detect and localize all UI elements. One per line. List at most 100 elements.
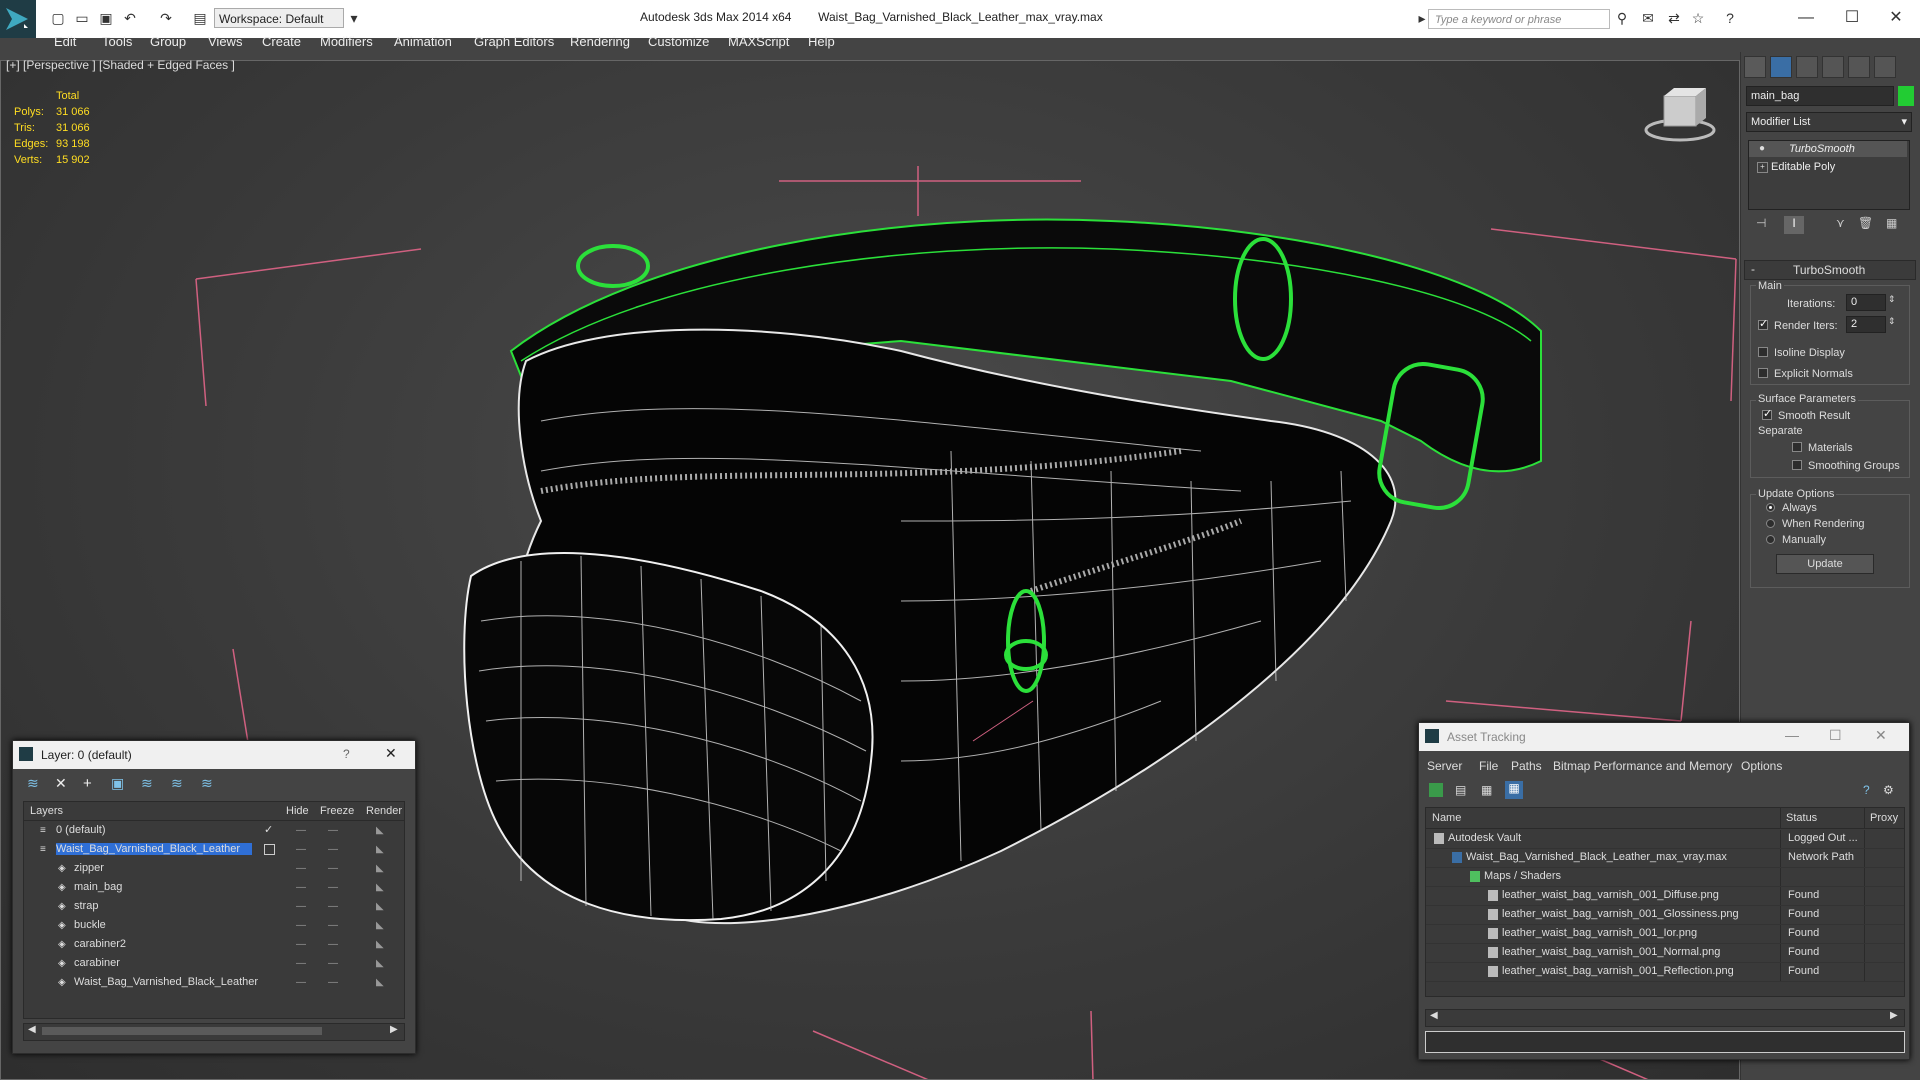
turbosmooth-rollout-header[interactable]: - TurboSmooth [1744,260,1916,280]
freeze-toggle[interactable]: — [328,958,338,969]
current-layer-check-icon[interactable]: ✓ [264,823,273,836]
menu-group[interactable]: Group [150,34,186,49]
freeze-toggle[interactable]: — [328,882,338,893]
close-button[interactable]: ✕ [1876,6,1916,30]
viewport-label[interactable]: [+] [Perspective ] [Shaded + Edged Faces… [6,58,235,72]
settings-icon[interactable]: ⚙ [1883,783,1894,797]
column-status[interactable]: Status [1786,812,1817,824]
update-always-radio[interactable] [1766,503,1775,512]
favorites-star-icon[interactable]: ☆ [1690,10,1706,26]
hide-all-icon[interactable]: ≋ [171,775,183,792]
utilities-tab-icon[interactable] [1874,56,1896,78]
save-file-icon[interactable]: ▣ [98,10,114,26]
asset-row[interactable]: leather_waist_bag_varnish_001_Glossiness… [1426,906,1904,925]
hierarchy-tab-icon[interactable] [1796,56,1818,78]
asset-row[interactable]: Maps / Shaders [1426,868,1904,887]
layer-name[interactable]: strap [74,900,98,912]
freeze-toggle[interactable]: — [328,844,338,855]
maximize-button[interactable]: ☐ [1832,6,1872,30]
chevron-down-icon[interactable]: ▾ [346,10,362,26]
column-hide[interactable]: Hide [286,805,309,817]
layer-row[interactable]: ◈ zipper — — ◣ [24,860,404,879]
horizontal-scrollbar[interactable]: ◀ ▶ [23,1023,405,1041]
smooth-result-checkbox[interactable] [1762,407,1772,420]
menu-graph-editors[interactable]: Graph Editors [474,34,554,49]
hide-toggle[interactable]: — [296,844,306,855]
explicit-normals-checkbox[interactable] [1758,368,1768,378]
communication-icon[interactable]: ✉ [1640,10,1656,26]
help-icon[interactable]: ? [1863,783,1870,797]
help-button[interactable]: ? [343,747,350,761]
table-view-icon[interactable]: ▦ [1481,783,1492,797]
asset-row[interactable]: leather_waist_bag_varnish_001_Normal.png… [1426,944,1904,963]
menu-edit[interactable]: Edit [54,34,76,49]
freeze-toggle[interactable]: — [328,863,338,874]
project-folder-icon[interactable]: ▤ [192,10,208,26]
delete-layer-icon[interactable]: ✕ [55,775,67,792]
freeze-toggle[interactable]: — [328,901,338,912]
search-input[interactable]: Type a keyword or phrase [1428,9,1610,29]
hide-toggle[interactable]: — [296,825,306,836]
select-objects-icon[interactable]: ▣ [111,775,124,792]
asset-row[interactable]: Autodesk Vault Logged Out ... [1426,830,1904,849]
render-toggle-icon[interactable]: ◣ [376,825,384,836]
layer-row[interactable]: ◈ strap — — ◣ [24,898,404,917]
render-toggle-icon[interactable]: ◣ [376,977,384,988]
horizontal-scrollbar[interactable]: ◀ ▶ [1425,1009,1905,1027]
binoculars-icon[interactable]: ⚲ [1614,10,1630,26]
refresh-icon[interactable] [1429,783,1443,797]
set-current-layer-icon[interactable] [264,844,275,855]
layer-row[interactable]: ≡ 0 (default) ✓ — — ◣ [24,822,404,841]
materials-checkbox[interactable] [1792,442,1802,452]
freeze-toggle[interactable]: — [328,920,338,931]
freeze-toggle[interactable]: — [328,825,338,836]
column-layers[interactable]: Layers [30,805,63,817]
update-manually-radio[interactable] [1766,535,1775,544]
layer-name[interactable]: carabiner [74,957,120,969]
spinner-arrows-icon[interactable]: ⇕ [1888,294,1896,305]
render-toggle-icon[interactable]: ◣ [376,844,384,855]
redo-icon[interactable]: ↷ [158,10,174,26]
scroll-right-icon[interactable]: ▶ [1890,1010,1898,1021]
stack-item-turbosmooth[interactable]: TurboSmooth [1749,141,1907,157]
menu-help[interactable]: Help [808,34,835,49]
layer-name[interactable]: 0 (default) [56,824,106,836]
scroll-thumb[interactable] [42,1027,322,1035]
freeze-all-icon[interactable]: ≋ [201,775,213,792]
undo-icon[interactable]: ↶ [122,10,138,26]
render-toggle-icon[interactable]: ◣ [376,863,384,874]
scroll-left-icon[interactable]: ◀ [28,1024,36,1035]
app-menu-button[interactable] [0,0,36,38]
scroll-left-icon[interactable]: ◀ [1430,1010,1438,1021]
menu-views[interactable]: Views [208,34,242,49]
highlight-layer-icon[interactable]: ≋ [141,775,153,792]
hide-toggle[interactable]: — [296,958,306,969]
isoline-display-checkbox[interactable] [1758,347,1768,357]
render-iters-spinner[interactable]: 2 [1846,316,1886,333]
maximize-button[interactable]: ☐ [1829,727,1842,744]
column-freeze[interactable]: Freeze [320,805,354,817]
asset-menu-options[interactable]: Options [1741,759,1782,773]
asset-row[interactable]: leather_waist_bag_varnish_001_Diffuse.pn… [1426,887,1904,906]
freeze-toggle[interactable]: — [328,977,338,988]
freeze-toggle[interactable]: — [328,939,338,950]
make-unique-icon[interactable]: ⋎ [1836,216,1845,230]
layers-icon[interactable]: ≋ [27,775,39,792]
close-button[interactable]: ✕ [1875,727,1887,744]
object-name-field[interactable]: main_bag [1746,86,1894,106]
show-end-result-icon[interactable]: I [1784,216,1804,234]
layer-window-titlebar[interactable]: Layer: 0 (default) ? ✕ [13,741,415,769]
render-toggle-icon[interactable]: ◣ [376,939,384,950]
asset-menu-paths[interactable]: Paths [1511,759,1542,773]
render-toggle-icon[interactable]: ◣ [376,920,384,931]
render-toggle-icon[interactable]: ◣ [376,901,384,912]
pin-stack-icon[interactable]: ⊣ [1756,216,1766,230]
motion-tab-icon[interactable] [1822,56,1844,78]
menu-tools[interactable]: Tools [102,34,132,49]
menu-create[interactable]: Create [262,34,301,49]
column-proxy[interactable]: Proxy [1870,812,1898,824]
column-render[interactable]: Render [366,805,402,817]
layer-name[interactable]: Waist_Bag_Varnished_Black_Leather [56,843,252,855]
open-file-icon[interactable]: ▭ [74,10,90,26]
object-color-swatch[interactable] [1898,86,1914,106]
